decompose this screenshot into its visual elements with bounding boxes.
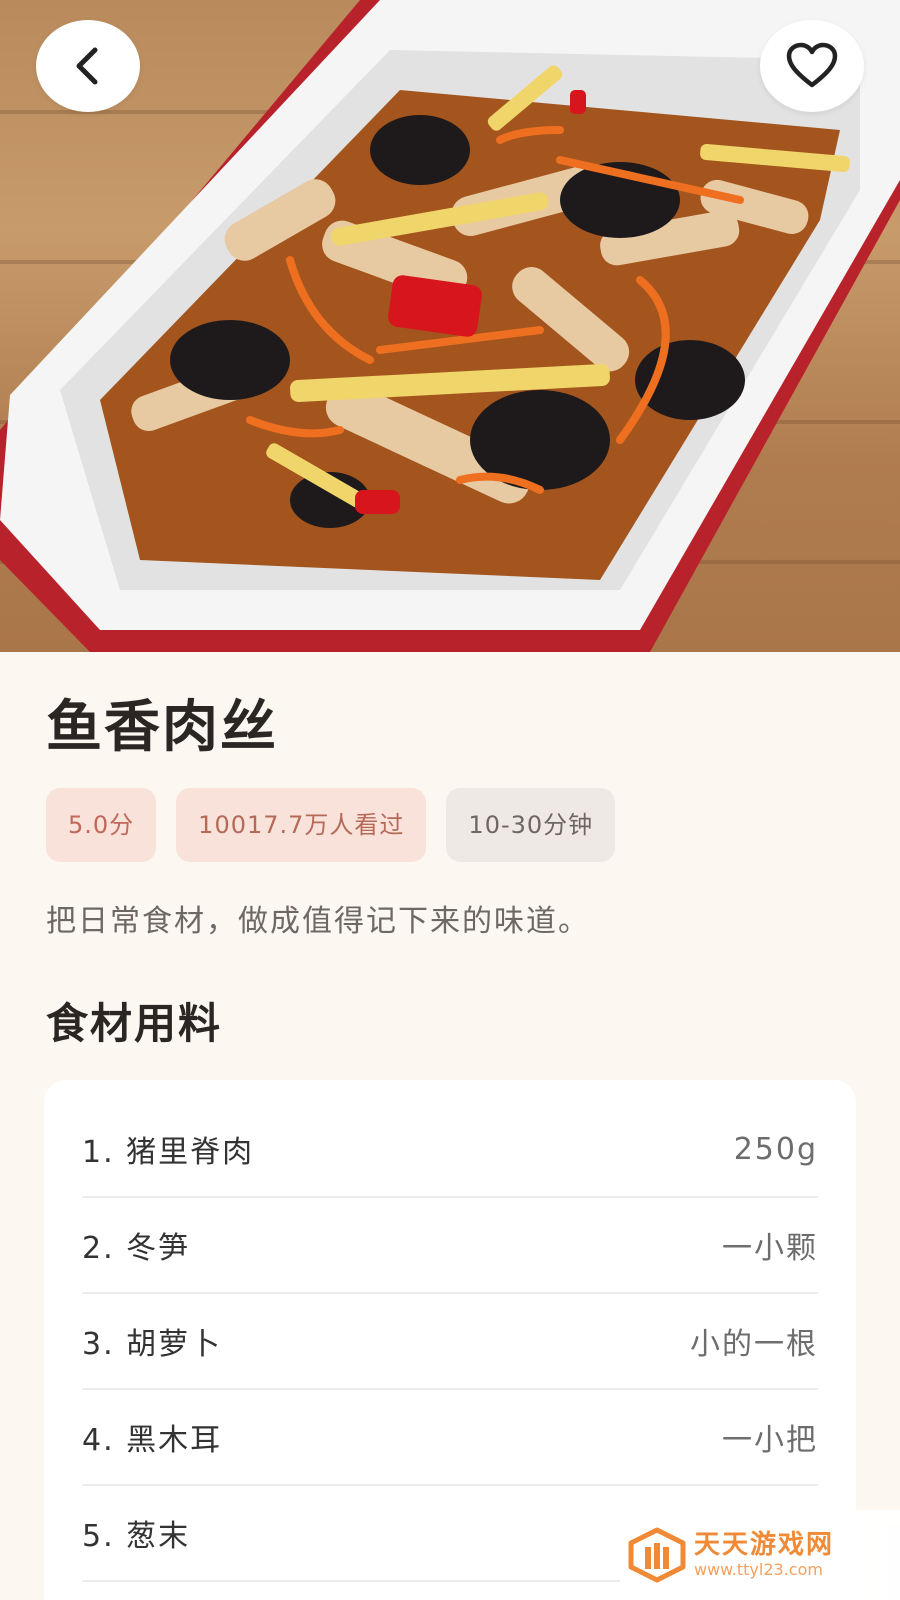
ingredient-row: 3. 胡萝卜 小的一根 (82, 1294, 818, 1390)
dish-photo (0, 0, 900, 652)
views-tag: 10017.7万人看过 (176, 788, 427, 862)
hero-dish-image (0, 0, 900, 652)
ingredient-amount: 一小把 (722, 1423, 818, 1458)
recipe-tags: 5.0分 10017.7万人看过 10-30分钟 (46, 788, 616, 862)
watermark-text: 天天游戏网 www.ttyl23.com (694, 1530, 834, 1580)
ingredients-section-title: 食材用料 (46, 999, 223, 1048)
ingredient-name: 5. 葱末 (82, 1519, 191, 1554)
ingredient-name: 2. 冬笋 (82, 1231, 191, 1266)
ingredient-name: 4. 黑木耳 (82, 1423, 223, 1458)
ingredient-row: 1. 猪里脊肉 250g (82, 1102, 818, 1198)
ingredient-amount: 小的一根 (690, 1327, 818, 1362)
chevron-left-icon (76, 47, 98, 85)
ingredient-name: 1. 猪里脊肉 (82, 1135, 255, 1170)
score-tag: 5.0分 (46, 788, 157, 862)
time-tag: 10-30分钟 (446, 788, 616, 862)
back-button[interactable] (36, 20, 140, 112)
ingredient-row: 4. 黑木耳 一小把 (82, 1390, 818, 1486)
recipe-detail-page: 鱼香肉丝 5.0分 10017.7万人看过 10-30分钟 把日常食材，做成值得… (0, 0, 900, 1600)
recipe-title: 鱼香肉丝 (46, 695, 278, 760)
ingredient-name: 3. 胡萝卜 (82, 1327, 223, 1362)
ingredient-amount: 250g (733, 1131, 818, 1167)
recipe-content: 鱼香肉丝 5.0分 10017.7万人看过 10-30分钟 把日常食材，做成值得… (0, 652, 900, 1600)
watermark-logo-icon (628, 1527, 686, 1583)
watermark: 天天游戏网 www.ttyl23.com (620, 1510, 900, 1600)
heart-outline-icon (786, 42, 838, 88)
ingredient-row: 2. 冬笋 一小颗 (82, 1198, 818, 1294)
watermark-url: www.ttyl23.com (694, 1560, 823, 1579)
favorite-button[interactable] (760, 20, 864, 112)
recipe-description: 把日常食材，做成值得记下来的味道。 (46, 904, 590, 939)
ingredient-amount: 一小颗 (722, 1231, 818, 1266)
watermark-name: 天天游戏网 (694, 1530, 835, 1560)
